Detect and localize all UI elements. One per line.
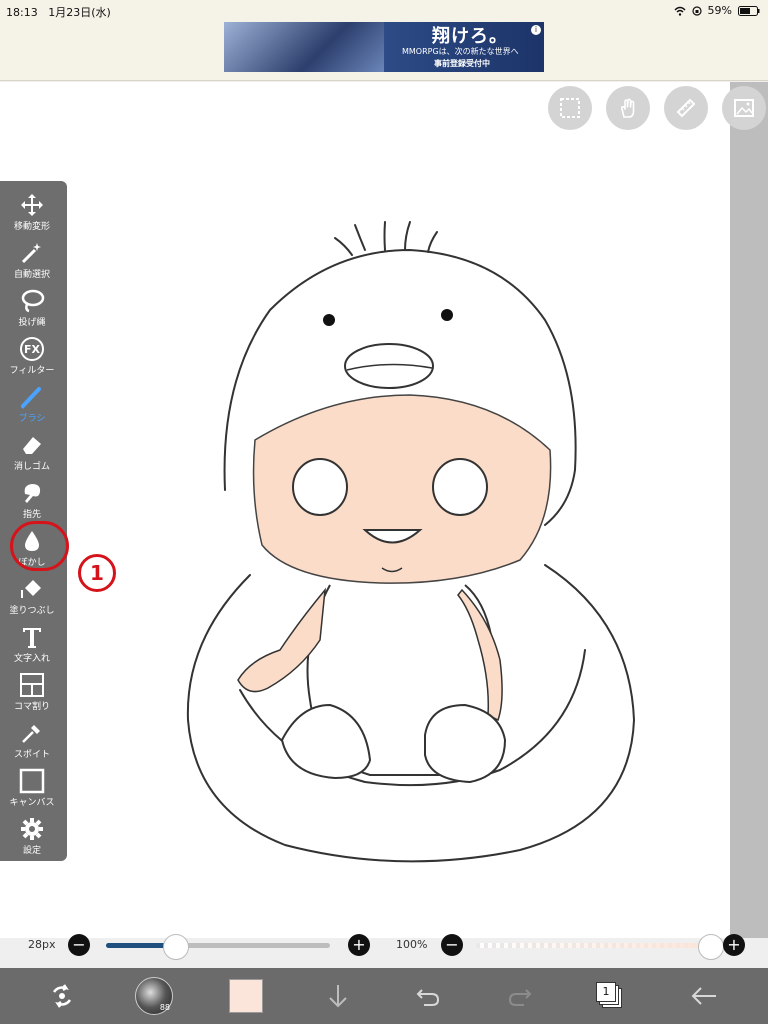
canvas-icon: [19, 768, 45, 794]
opacity-label: 100%: [396, 938, 428, 951]
annotation-ring: [10, 521, 69, 571]
wifi-icon: [674, 6, 686, 16]
opacity-fill: [476, 943, 710, 948]
svg-text:FX: FX: [24, 343, 41, 356]
tool-fill-label: 塗りつぶし: [9, 606, 55, 616]
ad-banner[interactable]: 翔けろ。 MMORPGは、次の新たな世界へ 事前登録受付中 i: [224, 22, 544, 72]
color-picker-button[interactable]: [226, 976, 266, 1016]
smudge-icon: [24, 484, 41, 503]
tool-smudge[interactable]: 指先: [0, 476, 64, 524]
brush-preview-button[interactable]: 88: [134, 976, 174, 1016]
brush-size-increase-button[interactable]: +: [348, 934, 370, 956]
slider-bar: 28px − + 100% − +: [0, 930, 768, 960]
orientation-lock-icon: [691, 5, 702, 16]
tool-filter-label: フィルター: [9, 366, 55, 376]
redo-icon: [508, 989, 532, 1006]
tool-eraser[interactable]: 消しゴム: [0, 428, 64, 476]
canvas-scroll-gutter[interactable]: [730, 82, 768, 938]
ad-subtitle: MMORPGは、次の新たな世界へ: [402, 47, 519, 56]
canvas-tool-buttons: [548, 86, 766, 130]
rotate-arrows-icon: [52, 984, 72, 1008]
tool-eyedropper-label: スポイト: [13, 750, 50, 760]
layers-icon: 1: [596, 982, 624, 1010]
arrow-down-icon: [329, 985, 347, 1008]
tool-settings[interactable]: 設定: [0, 812, 64, 860]
layer-image-icon: [734, 99, 754, 117]
bottom-toolbar: 88 1: [0, 968, 768, 1024]
penguin-baby-drawing: [186, 221, 635, 863]
ad-image: [224, 22, 384, 72]
ruler-button[interactable]: [664, 86, 708, 130]
magic-wand-icon: [21, 243, 41, 264]
battery-percent: 59%: [707, 4, 732, 17]
undo-button[interactable]: [408, 976, 448, 1016]
ruler-icon: [676, 98, 696, 118]
opacity-knob[interactable]: [698, 934, 724, 960]
current-color-swatch: [229, 979, 263, 1013]
reference-button[interactable]: [722, 86, 766, 130]
opacity-decrease-button[interactable]: −: [441, 934, 463, 956]
gear-icon: [21, 818, 43, 840]
text-icon: [23, 628, 41, 648]
brush-size-label: 28px: [28, 938, 56, 951]
layers-button[interactable]: 1: [590, 976, 630, 1016]
download-button[interactable]: [318, 976, 358, 1016]
fill-bucket-icon: [21, 580, 41, 598]
tool-canvas[interactable]: キャンバス: [0, 764, 64, 812]
ad-bar: 翔けろ。 MMORPGは、次の新たな世界へ 事前登録受付中 i: [0, 18, 768, 81]
selection-icon: [560, 98, 580, 118]
fx-icon: FX: [20, 337, 44, 361]
selection-button[interactable]: [548, 86, 592, 130]
tool-auto-select-label: 自動選択: [13, 270, 50, 280]
drawing-canvas[interactable]: [0, 82, 730, 938]
tool-move-label: 移動変形: [13, 222, 50, 232]
tool-text[interactable]: 文字入れ: [0, 620, 64, 668]
eyedropper-icon: [22, 725, 40, 743]
tool-eyedropper[interactable]: スポイト: [0, 716, 64, 764]
battery-icon: [738, 5, 760, 16]
hand-button[interactable]: [606, 86, 650, 130]
ad-title: 翔けろ。: [432, 26, 508, 47]
brush-size-knob[interactable]: [163, 934, 190, 960]
opacity-increase-button[interactable]: +: [723, 934, 745, 956]
brush-preview-icon: 88: [135, 977, 173, 1015]
eraser-icon: [23, 437, 41, 454]
ad-info-icon[interactable]: i: [531, 25, 541, 35]
tool-settings-label: 設定: [22, 846, 41, 856]
opacity-slider[interactable]: [476, 934, 724, 960]
brush-icon: [20, 387, 41, 409]
move-icon: [21, 194, 43, 216]
tool-lasso[interactable]: 投げ縄: [0, 284, 64, 332]
tool-auto-select[interactable]: 自動選択: [0, 236, 64, 284]
brush-size-decrease-button[interactable]: −: [68, 934, 90, 956]
arrow-left-icon: [691, 987, 716, 1005]
tool-filter[interactable]: FX フィルター: [0, 332, 64, 380]
tool-move[interactable]: 移動変形: [0, 188, 64, 236]
brush-preview-number: 88: [159, 1003, 170, 1012]
tool-eraser-label: 消しゴム: [13, 462, 50, 472]
annotation-number: 1: [78, 554, 116, 592]
tool-frame-label: コマ割り: [13, 702, 50, 712]
brush-size-slider[interactable]: [106, 934, 330, 960]
tool-fill[interactable]: 塗りつぶし: [0, 572, 64, 620]
tool-smudge-label: 指先: [22, 510, 41, 520]
ad-cta: 事前登録受付中: [434, 59, 490, 68]
tool-frame[interactable]: コマ割り: [0, 668, 64, 716]
frame-divider-icon: [20, 673, 44, 697]
hand-icon: [620, 98, 635, 118]
tool-lasso-label: 投げ縄: [18, 318, 46, 328]
redo-button[interactable]: [500, 976, 540, 1016]
lasso-icon: [21, 289, 45, 313]
tool-brush[interactable]: ブラシ: [0, 380, 64, 428]
undo-icon: [416, 989, 440, 1006]
layers-count: 1: [596, 982, 616, 1002]
tool-brush-label: ブラシ: [18, 414, 46, 424]
tool-canvas-label: キャンバス: [9, 798, 55, 808]
tool-text-label: 文字入れ: [13, 654, 50, 664]
back-button[interactable]: [684, 976, 724, 1016]
transform-button[interactable]: [42, 976, 82, 1016]
